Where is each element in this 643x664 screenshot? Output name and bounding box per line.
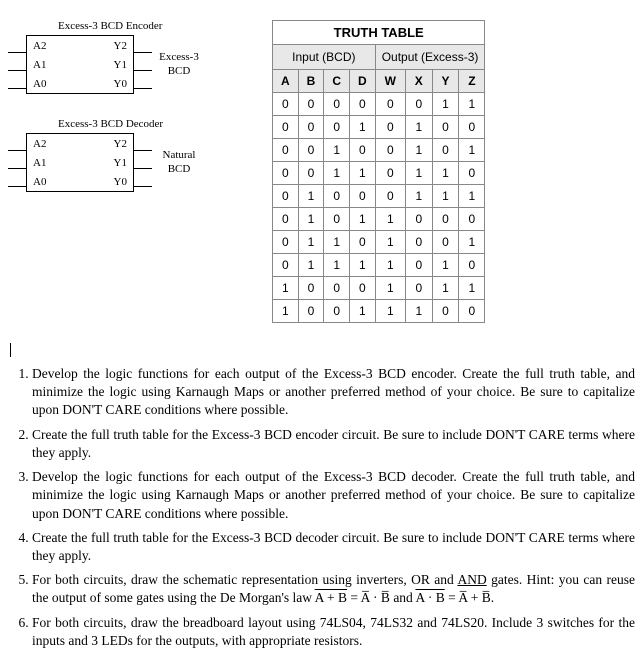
col-header-row: A B C D W X Y Z: [273, 70, 485, 93]
table-row: 00010100: [273, 116, 485, 139]
decoder-chip: A2 Y2 A1 Y1 A0 Y0: [26, 133, 134, 192]
decoder-pin-left-2: A0: [33, 176, 46, 188]
decoder-pin-right-2: Y0: [114, 176, 127, 188]
decoder-leads-in: [8, 138, 26, 187]
decoder-diagram: Excess-3 BCD Decoder A2 Y2 A1 Y1 A0 Y0 Natu…: [8, 118, 258, 192]
question-1: Develop the logic functions for each out…: [32, 365, 635, 420]
encoder-pin-left-2: A0: [33, 78, 46, 90]
encoder-pin-right-0: Y2: [114, 40, 127, 52]
truth-table-title: TRUTH TABLE: [273, 21, 485, 45]
group-output: Output (Excess-3): [375, 45, 485, 70]
table-row: 01101001: [273, 231, 485, 254]
text-cursor-icon: [10, 343, 11, 357]
encoder-pin-right-2: Y0: [114, 78, 127, 90]
questions-list: Develop the logic functions for each out…: [8, 365, 635, 650]
diagrams-column: Excess-3 BCD Encoder A2 Y2 A1 Y1 A0 Y0 Exce…: [8, 20, 258, 216]
encoder-side-label: Excess-3 BCD: [152, 51, 206, 77]
truth-table: TRUTH TABLE Input (BCD) Output (Excess-3…: [272, 20, 485, 323]
table-row: 00100101: [273, 139, 485, 162]
decoder-leads-out: [134, 138, 152, 187]
encoder-leads-in: [8, 40, 26, 89]
table-row: 00110110: [273, 162, 485, 185]
decoder-pin-left-1: A1: [33, 157, 46, 169]
encoder-chip: A2 Y2 A1 Y1 A0 Y0: [26, 35, 134, 94]
question-6: For both circuits, draw the breadboard l…: [32, 614, 635, 650]
decoder-title: Excess-3 BCD Decoder: [58, 118, 258, 130]
question-2: Create the full truth table for the Exce…: [32, 426, 635, 462]
decoder-pin-right-0: Y2: [114, 138, 127, 150]
decoder-pin-left-0: A2: [33, 138, 46, 150]
encoder-leads-out: [134, 40, 152, 89]
encoder-diagram: Excess-3 BCD Encoder A2 Y2 A1 Y1 A0 Y0 Exce…: [8, 20, 258, 94]
table-row: 01011000: [273, 208, 485, 231]
table-row: 01000111: [273, 185, 485, 208]
truth-table-wrap: TRUTH TABLE Input (BCD) Output (Excess-3…: [272, 20, 485, 323]
encoder-title: Excess-3 BCD Encoder: [58, 20, 258, 32]
question-4: Create the full truth table for the Exce…: [32, 529, 635, 565]
question-3: Develop the logic functions for each out…: [32, 468, 635, 523]
table-row: 00000011: [273, 93, 485, 116]
decoder-side-label: Natural BCD: [152, 149, 206, 175]
question-5: For both circuits, draw the schematic re…: [32, 571, 635, 607]
table-row: 01111010: [273, 254, 485, 277]
encoder-pin-left-0: A2: [33, 40, 46, 52]
table-row: 10001011: [273, 277, 485, 300]
encoder-pin-left-1: A1: [33, 59, 46, 71]
encoder-pin-right-1: Y1: [114, 59, 127, 71]
group-input: Input (BCD): [273, 45, 376, 70]
decoder-pin-right-1: Y1: [114, 157, 127, 169]
table-row: 10011100: [273, 300, 485, 323]
